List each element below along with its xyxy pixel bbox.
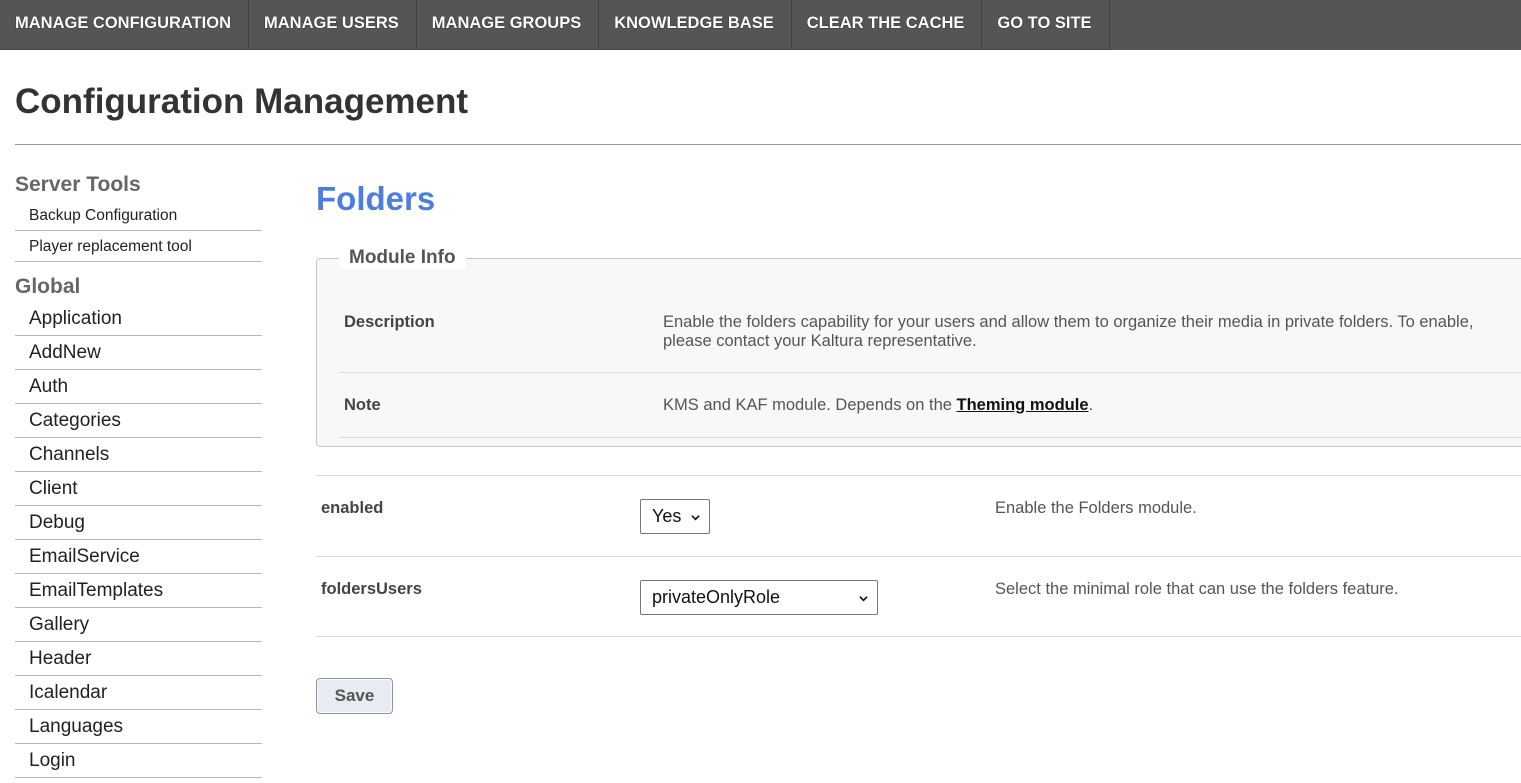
sidebar-item-emailtemplates[interactable]: EmailTemplates: [15, 574, 262, 608]
save-button[interactable]: Save: [316, 678, 393, 714]
sidebar-item-languages[interactable]: Languages: [15, 710, 262, 744]
chevron-down-icon: [691, 515, 700, 521]
note-suffix: .: [1088, 396, 1094, 414]
sidebar: Server Tools Backup Configuration Player…: [15, 170, 262, 778]
note-text: KMS and KAF module. Depends on the Themi…: [663, 396, 1503, 415]
sidebar-item-addnew[interactable]: AddNew: [15, 336, 262, 370]
description-label: Description: [344, 313, 435, 331]
foldersusers-select[interactable]: privateOnlyRole: [640, 580, 878, 615]
sidebar-item-icalendar[interactable]: Icalendar: [15, 676, 262, 710]
setting-label-foldersusers: foldersUsers: [321, 580, 422, 598]
module-info-panel: Module Info Description Enable the folde…: [316, 247, 1521, 447]
setting-help-foldersusers: Select the minimal role that can use the…: [995, 580, 1399, 598]
sidebar-item-header[interactable]: Header: [15, 642, 262, 676]
sidebar-heading-global: Global: [15, 275, 81, 298]
nav-knowledge-base[interactable]: KNOWLEDGE BASE: [599, 0, 792, 50]
top-navigation: MANAGE CONFIGURATION MANAGE USERS MANAGE…: [0, 0, 1521, 50]
note-row: Note KMS and KAF module. Depends on the …: [339, 373, 1521, 438]
enabled-select-value: Yes: [652, 506, 682, 526]
sidebar-item-application[interactable]: Application: [15, 302, 262, 336]
note-label: Note: [344, 396, 381, 414]
sidebar-item-categories[interactable]: Categories: [15, 404, 262, 438]
sidebar-item-login[interactable]: Login: [15, 744, 262, 778]
sidebar-item-backup-configuration[interactable]: Backup Configuration: [15, 200, 262, 231]
title-divider: [15, 144, 1521, 145]
setting-row-foldersusers: foldersUsers privateOnlyRole Select the …: [316, 556, 1521, 637]
sidebar-item-auth[interactable]: Auth: [15, 370, 262, 404]
sidebar-item-debug[interactable]: Debug: [15, 506, 262, 540]
chevron-down-icon: [859, 596, 868, 602]
setting-row-enabled: enabled Yes Enable the Folders module.: [316, 475, 1521, 556]
sidebar-item-emailservice[interactable]: EmailService: [15, 540, 262, 574]
nav-manage-users[interactable]: MANAGE USERS: [249, 0, 417, 50]
sidebar-item-channels[interactable]: Channels: [15, 438, 262, 472]
module-heading: Folders: [316, 180, 436, 217]
sidebar-item-client[interactable]: Client: [15, 472, 262, 506]
nav-manage-groups[interactable]: MANAGE GROUPS: [416, 0, 600, 50]
setting-help-enabled: Enable the Folders module.: [995, 499, 1197, 517]
nav-manage-configuration[interactable]: MANAGE CONFIGURATION: [0, 0, 250, 50]
description-row: Description Enable the folders capabilit…: [339, 287, 1521, 373]
description-text: Enable the folders capability for your u…: [663, 313, 1474, 350]
sidebar-item-gallery[interactable]: Gallery: [15, 608, 262, 642]
nav-clear-the-cache[interactable]: CLEAR THE CACHE: [791, 0, 983, 50]
sidebar-heading-server-tools: Server Tools: [15, 173, 141, 196]
page-title: Configuration Management: [15, 82, 469, 121]
enabled-select[interactable]: Yes: [640, 499, 710, 534]
module-info-legend: Module Info: [339, 247, 466, 269]
note-prefix: KMS and KAF module. Depends on the: [663, 396, 957, 414]
foldersusers-select-value: privateOnlyRole: [652, 587, 781, 607]
nav-go-to-site[interactable]: GO TO SITE: [982, 0, 1110, 50]
sidebar-item-player-replacement-tool[interactable]: Player replacement tool: [15, 231, 262, 262]
setting-label-enabled: enabled: [321, 499, 384, 517]
theming-module-link[interactable]: Theming module: [957, 396, 1089, 414]
